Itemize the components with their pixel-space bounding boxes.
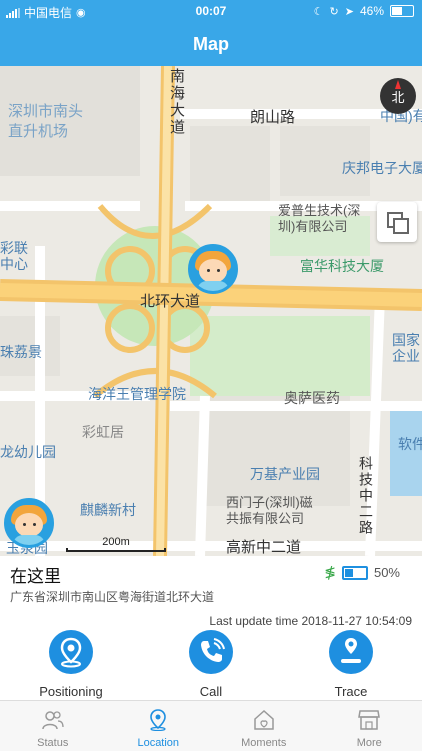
map-label-ruanjian: 软件: [398, 434, 422, 454]
gps-signal-icon: ≸: [324, 564, 336, 581]
device-battery-icon: [342, 566, 368, 580]
positioning-label: Positioning: [21, 684, 121, 699]
moon-icon: ☾: [314, 5, 324, 18]
map-label-gaoxin: 高新中二道: [226, 536, 301, 556]
home-icon: [252, 709, 276, 731]
tab-location-label: Location: [106, 737, 212, 749]
call-button[interactable]: Call: [161, 630, 261, 699]
compass-label: 北: [391, 90, 404, 105]
map-scale-label: 200m: [66, 536, 166, 548]
map-label-road-north: 南海大道: [166, 68, 187, 136]
location-arrow-icon: ➤: [345, 5, 354, 18]
positioning-button[interactable]: Positioning: [21, 630, 121, 699]
map-label-road-langshan: 朗山路: [250, 106, 295, 127]
compass-button[interactable]: 北: [380, 78, 416, 114]
battery-icon: [390, 5, 414, 17]
place-title: 在这里: [10, 562, 61, 587]
tab-moments-label: Moments: [211, 737, 317, 749]
address-text: 广东省深圳市南山区粤海街道北环大道: [10, 588, 214, 605]
map-label-ximenzi-2: 共振有限公司: [226, 508, 304, 527]
location-icon: [146, 709, 170, 731]
map-label-qingbang: 庆邦电子大厦: [342, 158, 422, 178]
map-label-fuhua: 富华科技大厦: [300, 256, 384, 276]
compass-needle-icon: [395, 80, 401, 89]
map-label-aosa: 奥萨医药: [284, 388, 340, 408]
map-label-place-2: 直升机场: [8, 120, 68, 141]
tab-more-label: More: [317, 737, 422, 749]
map-label-zhulijing: 珠荔景: [0, 342, 42, 362]
trace-icon: [329, 630, 373, 674]
last-update-time: Last update time 2018-11-27 10:54:09: [209, 614, 412, 628]
device-battery-percent: 50%: [374, 565, 400, 580]
map-layers-button[interactable]: [377, 202, 417, 242]
phone-icon: [189, 630, 233, 674]
tab-location[interactable]: Location: [106, 701, 212, 751]
map-label-place-1: 深圳市南头: [8, 100, 83, 121]
trace-button[interactable]: Trace: [301, 630, 401, 699]
map-label-cailian-2: 中心: [0, 254, 28, 274]
map-scale: 200m: [66, 536, 166, 552]
map-label-kejizhong: 科技中二路: [356, 456, 376, 536]
map-label-beihuan: 北环大道: [140, 290, 200, 311]
device-status: ≸ 50%: [324, 564, 400, 581]
status-bar: 中国电信 ◉ 00:07 ☾ ↻ ➤ 46%: [0, 0, 422, 22]
device-marker-avatar[interactable]: [188, 244, 238, 294]
user-avatar-marker[interactable]: [4, 498, 54, 548]
action-bar: Positioning Call Trace: [0, 630, 422, 700]
store-icon: [357, 709, 381, 731]
bottom-tab-bar: Status Location Moments More: [0, 700, 422, 751]
map-label-caihongju: 彩虹居: [82, 422, 124, 442]
location-pin-icon: [49, 630, 93, 674]
map-label-qilinxincun: 麒麟新村: [80, 500, 136, 520]
map-label-wanji: 万基产业园: [250, 464, 320, 484]
tab-status-label: Status: [0, 737, 106, 749]
app-header: 中国电信 ◉ 00:07 ☾ ↻ ➤ 46% Map: [0, 0, 422, 66]
map-view[interactable]: 深圳市南头 直升机场 南海大道 朗山路 中国)有 庆邦电子大厦 爱普生技术(深 …: [0, 66, 422, 556]
map-scale-bar: [66, 548, 166, 552]
tab-moments[interactable]: Moments: [211, 701, 317, 751]
map-label-guojia-2: 企业: [392, 346, 420, 366]
battery-percent: 46%: [360, 4, 384, 18]
people-icon: [41, 709, 65, 731]
map-label-aipusheng-2: 圳)有限公司: [278, 216, 347, 235]
orientation-lock-icon: ↻: [330, 5, 339, 18]
page-title: Map: [0, 34, 422, 55]
tab-status[interactable]: Status: [0, 701, 106, 751]
trace-label: Trace: [301, 684, 401, 699]
map-label-haiyangwang: 海洋王管理学院: [88, 384, 186, 404]
location-info-panel: 在这里 广东省深圳市南山区粤海街道北环大道 ≸ 50% Last update …: [0, 556, 422, 700]
status-right: ☾ ↻ ➤ 46%: [314, 4, 414, 18]
call-label: Call: [161, 684, 261, 699]
map-label-youeryuan: 龙幼儿园: [0, 442, 56, 462]
tab-more[interactable]: More: [317, 701, 422, 751]
